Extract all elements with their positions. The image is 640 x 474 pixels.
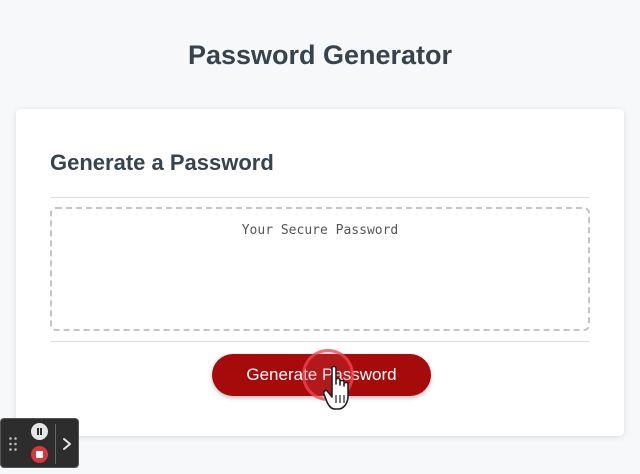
pause-icon[interactable]	[31, 423, 48, 440]
card-divider-top	[50, 197, 590, 198]
stop-icon[interactable]	[31, 446, 48, 463]
card-divider-bottom	[50, 341, 590, 342]
screen-recorder-toolbar	[0, 418, 79, 468]
password-output[interactable]	[50, 207, 590, 331]
hand-pointer-icon	[323, 365, 349, 410]
card-title: Generate a Password	[50, 150, 274, 175]
chevron-right-icon[interactable]	[60, 434, 74, 454]
page-title: Password Generator	[187, 40, 453, 70]
recorder-separator	[55, 424, 56, 464]
drag-grip-icon[interactable]	[8, 436, 18, 452]
